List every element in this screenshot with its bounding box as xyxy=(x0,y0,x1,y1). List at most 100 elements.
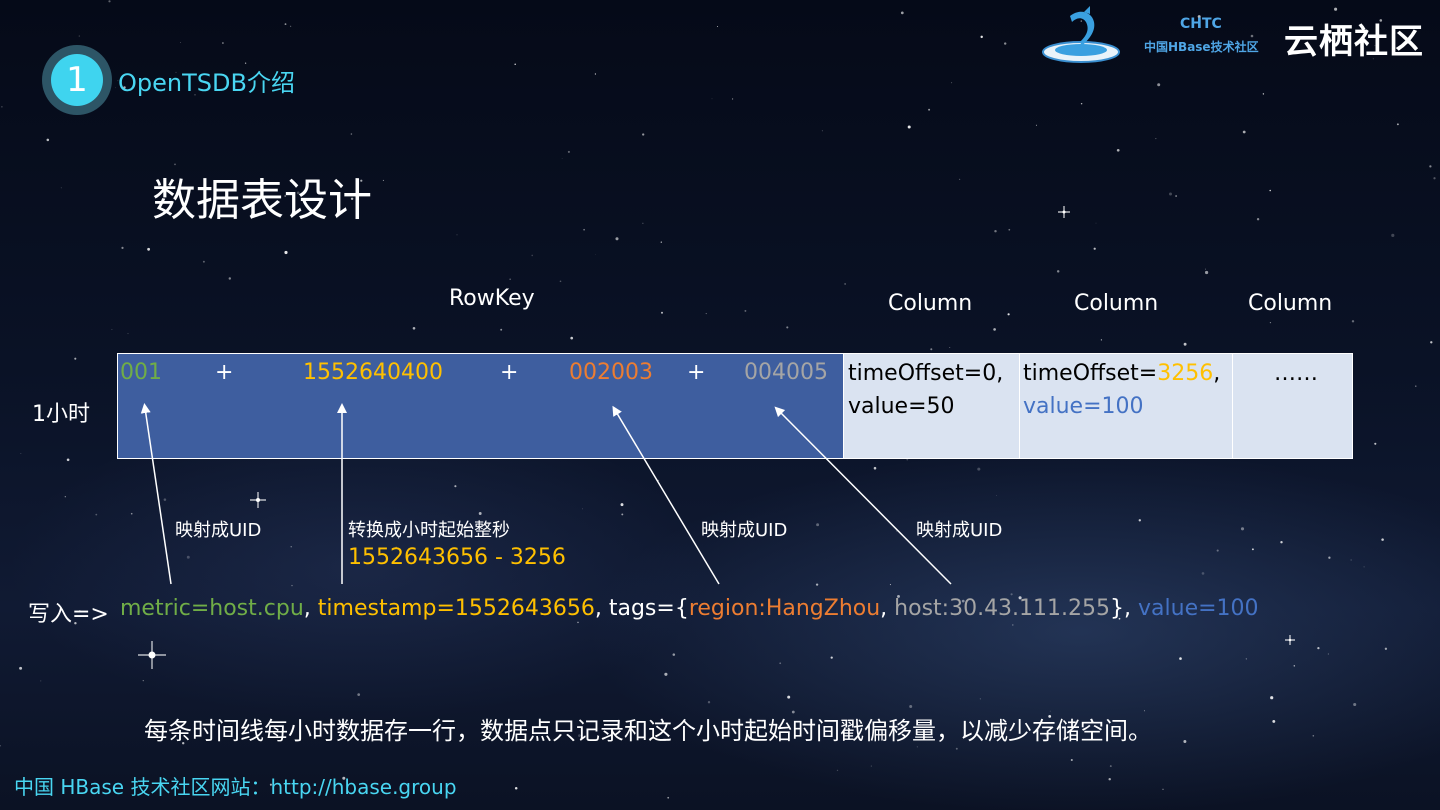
star xyxy=(816,523,820,527)
write-host: host:30.43.111.255 xyxy=(894,596,1111,621)
star xyxy=(1363,566,1365,568)
star xyxy=(1157,83,1161,87)
star xyxy=(1396,123,1399,126)
star xyxy=(290,25,292,27)
rowkey-plus-3: + xyxy=(687,360,706,385)
cell3-ellipsis: …… xyxy=(1274,361,1318,386)
star xyxy=(615,237,619,241)
star xyxy=(531,254,534,257)
star xyxy=(1429,165,1432,168)
star xyxy=(577,621,579,624)
star xyxy=(1351,320,1355,323)
star xyxy=(95,513,98,516)
star xyxy=(1008,228,1011,231)
star xyxy=(1012,624,1014,626)
write-value: value=100 xyxy=(1138,596,1259,621)
star xyxy=(583,228,585,231)
star xyxy=(78,35,80,37)
star xyxy=(454,485,457,488)
star xyxy=(514,63,516,65)
logo-chtc: CHTC xyxy=(1180,16,1222,32)
star xyxy=(995,495,997,496)
star xyxy=(1433,177,1436,180)
annotation-map-uid-1: 映射成UID xyxy=(175,520,262,541)
star xyxy=(1175,195,1177,197)
rowkey-plus-1: + xyxy=(215,360,234,385)
star xyxy=(955,747,958,750)
star xyxy=(1328,556,1331,559)
star xyxy=(642,222,644,224)
star xyxy=(896,530,898,532)
star xyxy=(228,277,232,280)
star xyxy=(60,187,62,189)
star xyxy=(290,546,292,548)
star xyxy=(1070,758,1073,762)
star xyxy=(786,326,789,329)
star xyxy=(1353,702,1357,707)
star xyxy=(815,583,819,586)
star xyxy=(186,555,190,559)
star xyxy=(1381,538,1384,541)
star xyxy=(951,82,953,84)
star xyxy=(900,11,904,15)
star xyxy=(660,241,662,243)
star xyxy=(779,662,782,665)
star xyxy=(707,701,711,704)
star xyxy=(561,158,563,159)
rowkey-metric-uid: 001 xyxy=(120,360,162,385)
star xyxy=(1250,34,1254,38)
star xyxy=(594,254,596,256)
star xyxy=(594,73,597,75)
rowkey-tagk-uid: 002003 xyxy=(569,360,653,385)
star xyxy=(979,698,981,700)
star xyxy=(667,796,670,799)
star xyxy=(1035,124,1037,126)
star xyxy=(20,453,22,454)
star xyxy=(1109,765,1112,768)
star xyxy=(1179,657,1182,660)
star xyxy=(1312,735,1315,737)
cell2-value: value=100 xyxy=(1023,394,1144,419)
section-title: OpenTSDB介绍 xyxy=(118,69,295,97)
star xyxy=(221,42,224,44)
write-sep-2: , xyxy=(594,596,609,621)
star xyxy=(1262,93,1265,95)
star xyxy=(1201,572,1205,575)
star xyxy=(1430,341,1433,344)
star xyxy=(836,769,839,772)
star xyxy=(1391,233,1395,237)
star xyxy=(980,35,983,39)
star xyxy=(642,133,645,136)
page-title: 数据表设计 xyxy=(152,175,372,226)
star xyxy=(163,498,167,501)
star xyxy=(994,229,997,233)
dolphin-logo-icon xyxy=(1042,6,1120,63)
sparkle-star-core xyxy=(1288,638,1292,642)
star xyxy=(1374,442,1377,445)
star xyxy=(672,653,676,656)
star xyxy=(1100,339,1103,341)
star xyxy=(0,745,1,747)
star xyxy=(1162,788,1164,790)
star xyxy=(478,512,482,515)
star xyxy=(350,133,353,135)
star xyxy=(40,680,42,682)
star xyxy=(147,247,151,251)
star xyxy=(1116,148,1120,152)
star xyxy=(19,666,23,670)
star xyxy=(1245,658,1247,660)
star xyxy=(909,705,913,708)
star xyxy=(1280,541,1283,544)
star xyxy=(509,278,511,280)
cell1-offset: timeOffset=0, xyxy=(848,361,1004,386)
annotation-map-uid-3: 映射成UID xyxy=(916,520,1003,541)
star xyxy=(821,130,823,132)
star xyxy=(1272,719,1276,723)
star xyxy=(928,108,931,111)
star xyxy=(1334,7,1338,11)
section-number: 1 xyxy=(51,54,103,106)
star xyxy=(74,357,77,360)
star xyxy=(744,309,747,312)
star xyxy=(787,695,791,699)
sparkle-star-core xyxy=(148,651,156,659)
